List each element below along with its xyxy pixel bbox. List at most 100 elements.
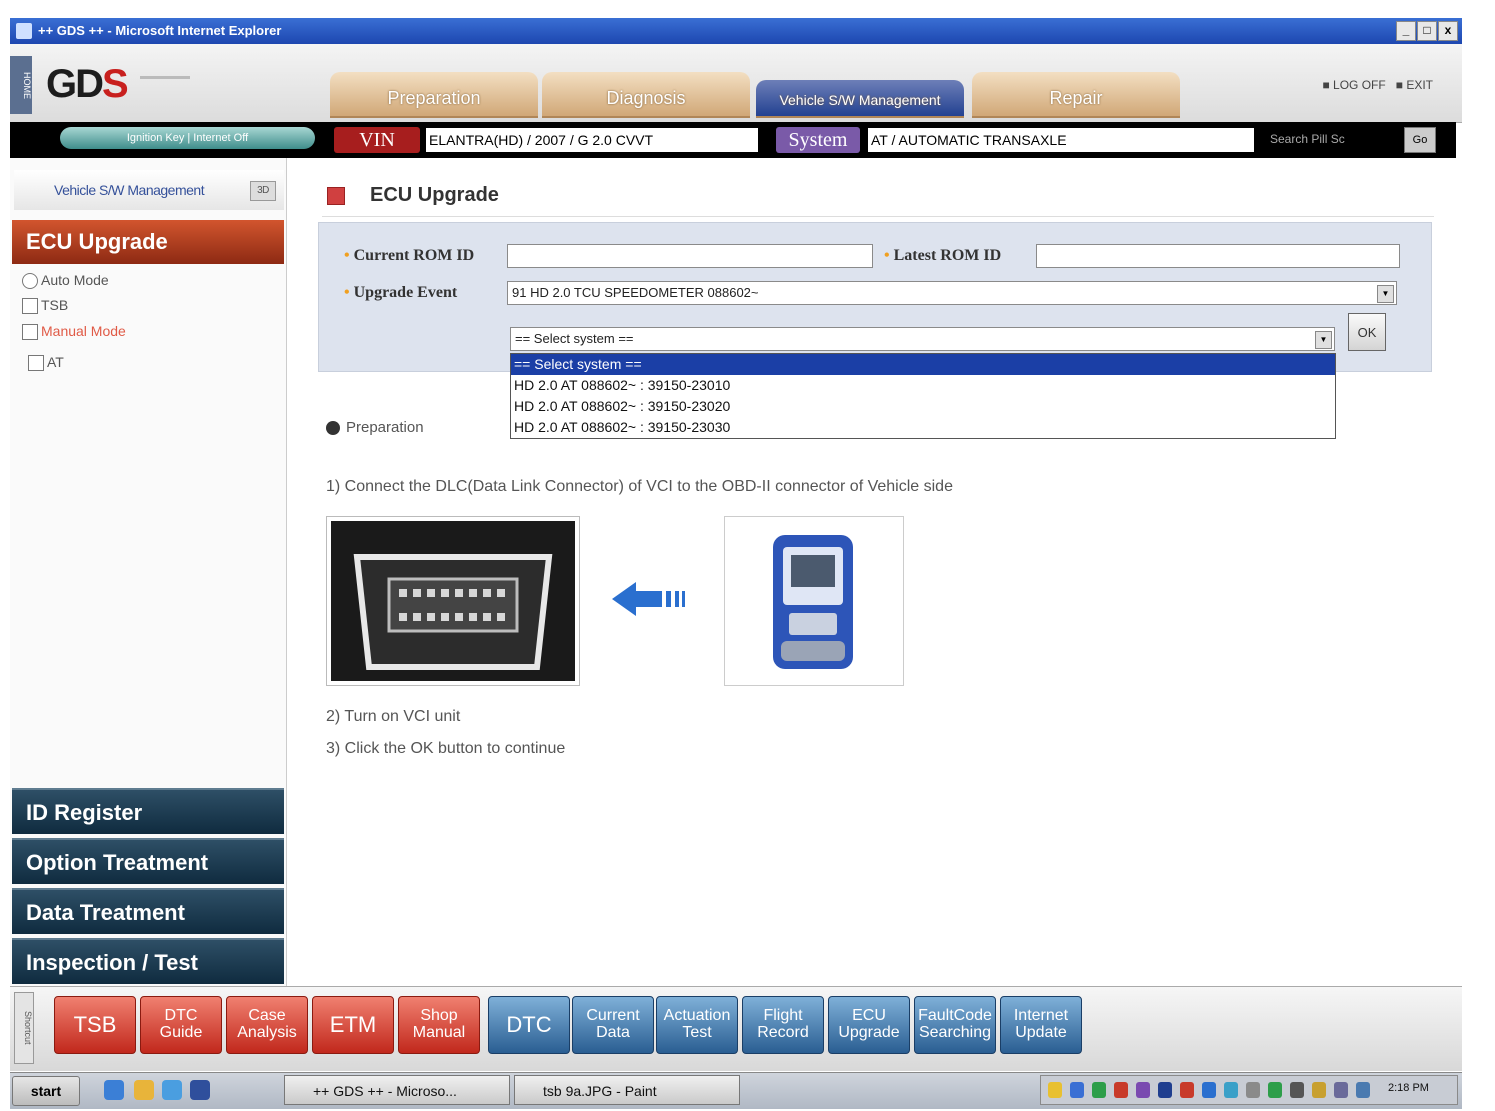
latest-rom-label: • Latest ROM ID bbox=[884, 247, 1001, 265]
faultcode-searching-button[interactable]: FaultCode Searching bbox=[914, 996, 996, 1054]
upgrade-event-select[interactable]: 91 HD 2.0 TCU SPEEDOMETER 088602~ ▼ bbox=[507, 281, 1397, 305]
vci-device-image bbox=[724, 516, 904, 686]
tab-preparation[interactable]: Preparation bbox=[330, 72, 538, 118]
dropdown-option[interactable]: == Select system == bbox=[511, 354, 1335, 375]
ie-quicklaunch-icon[interactable] bbox=[104, 1080, 124, 1100]
current-rom-label: • Current ROM ID bbox=[344, 247, 474, 265]
taskbar-item-gds[interactable]: ++ GDS ++ - Microso... bbox=[284, 1075, 510, 1105]
tray-icon[interactable] bbox=[1114, 1082, 1128, 1098]
tree-item-label: TSB bbox=[41, 297, 69, 313]
tray-icon[interactable] bbox=[1334, 1082, 1348, 1098]
shop-manual-button[interactable]: Shop Manual bbox=[398, 996, 480, 1054]
tray-icon[interactable] bbox=[1312, 1082, 1326, 1098]
window-title: ++ GDS ++ - Microsoft Internet Explorer bbox=[38, 23, 282, 38]
required-icon: • bbox=[344, 284, 350, 301]
close-button[interactable]: x bbox=[1438, 21, 1458, 41]
etm-button[interactable]: ETM bbox=[312, 996, 394, 1054]
taskbar-item-paint[interactable]: tsb 9a.JPG - Paint bbox=[514, 1075, 740, 1105]
chevron-down-icon[interactable]: ▼ bbox=[1315, 331, 1332, 349]
title-divider bbox=[322, 216, 1434, 217]
chevron-down-icon[interactable]: ▼ bbox=[1377, 285, 1394, 303]
system-field[interactable]: AT / AUTOMATIC TRANSAXLE bbox=[868, 128, 1254, 152]
tray-icon[interactable] bbox=[1356, 1082, 1370, 1098]
dropdown-option[interactable]: HD 2.0 AT 088602~ : 39150-23010 bbox=[511, 375, 1335, 396]
tree-item-label: Auto Mode bbox=[41, 272, 109, 288]
tsb-button[interactable]: TSB bbox=[54, 996, 136, 1054]
sidebar-ecu-upgrade-header[interactable]: ECU Upgrade bbox=[12, 220, 284, 264]
dtc-button[interactable]: DTC bbox=[488, 996, 570, 1054]
logoff-link[interactable]: ■ LOG OFF bbox=[1322, 78, 1385, 92]
tray-icon[interactable] bbox=[1202, 1082, 1216, 1098]
upgrade-event-value: 91 HD 2.0 TCU SPEEDOMETER 088602~ bbox=[512, 285, 759, 300]
sidebar-option-treatment[interactable]: Option Treatment bbox=[12, 838, 284, 884]
dropdown-option[interactable]: HD 2.0 AT 088602~ : 39150-23030 bbox=[511, 417, 1335, 438]
logo-decoration bbox=[140, 76, 190, 97]
folder-quicklaunch-icon[interactable] bbox=[134, 1080, 154, 1100]
actuation-test-button[interactable]: Actuation Test bbox=[656, 996, 738, 1054]
tree-item-auto-mode[interactable]: Auto Mode bbox=[22, 270, 109, 290]
tray-icon[interactable] bbox=[1246, 1082, 1260, 1098]
tray-icon[interactable] bbox=[1092, 1082, 1106, 1098]
tab-diagnosis[interactable]: Diagnosis bbox=[542, 72, 750, 118]
logo-accent: S bbox=[102, 62, 129, 106]
current-rom-field[interactable] bbox=[507, 244, 873, 268]
tree-item-tsb[interactable]: TSB bbox=[22, 295, 68, 315]
current-rom-text: Current ROM ID bbox=[353, 247, 475, 264]
3d-button[interactable]: 3D bbox=[250, 181, 276, 201]
dropdown-option[interactable]: HD 2.0 AT 088602~ : 39150-23020 bbox=[511, 396, 1335, 417]
latest-rom-text: Latest ROM ID bbox=[893, 247, 1002, 264]
maximize-button[interactable]: □ bbox=[1417, 21, 1437, 41]
ignition-internet-toggle[interactable]: Ignition Key | Internet Off bbox=[60, 127, 315, 149]
sidebar-data-treatment[interactable]: Data Treatment bbox=[12, 888, 284, 934]
system-select[interactable]: == Select system == ▼ bbox=[510, 327, 1335, 351]
latest-rom-field[interactable] bbox=[1036, 244, 1400, 268]
sidebar-id-register[interactable]: ID Register bbox=[12, 788, 284, 834]
tab-repair[interactable]: Repair bbox=[972, 72, 1180, 118]
shortcut-tab[interactable]: Shortcut bbox=[14, 992, 34, 1064]
tree-item-manual-mode[interactable]: Manual Mode bbox=[22, 321, 126, 341]
tray-icon[interactable] bbox=[1224, 1082, 1238, 1098]
document-icon bbox=[22, 298, 38, 315]
media-quicklaunch-icon[interactable] bbox=[162, 1080, 182, 1100]
tray-icon[interactable] bbox=[1268, 1082, 1282, 1098]
minimize-button[interactable]: _ bbox=[1396, 21, 1416, 41]
instruction-step-1: 1) Connect the DLC(Data Link Connector) … bbox=[326, 478, 953, 495]
vin-label: VIN bbox=[334, 127, 420, 153]
tray-icon[interactable] bbox=[1290, 1082, 1304, 1098]
system-select-value: == Select system == bbox=[515, 331, 634, 346]
flight-record-button[interactable]: Flight Record bbox=[742, 996, 824, 1054]
ecu-upgrade-button[interactable]: ECU Upgrade bbox=[828, 996, 910, 1054]
ok-button[interactable]: OK bbox=[1348, 313, 1386, 351]
tray-icon[interactable] bbox=[1180, 1082, 1194, 1098]
instruction-step-3: 3) Click the OK button to continue bbox=[326, 740, 566, 757]
sidebar-inspection-test[interactable]: Inspection / Test bbox=[12, 938, 284, 984]
page-title: ECU Upgrade bbox=[370, 184, 499, 206]
search-label: Search Pill Sc bbox=[1270, 132, 1345, 146]
preparation-bullet-icon bbox=[326, 421, 340, 435]
tree-item-label: Manual Mode bbox=[41, 323, 126, 339]
vin-field[interactable]: ELANTRA(HD) / 2007 / G 2.0 CVVT bbox=[426, 128, 758, 152]
internet-update-button[interactable]: Internet Update bbox=[1000, 996, 1082, 1054]
system-dropdown-list: == Select system == HD 2.0 AT 088602~ : … bbox=[510, 353, 1336, 439]
auto-mode-icon bbox=[22, 273, 38, 290]
case-analysis-button[interactable]: Case Analysis bbox=[226, 996, 308, 1054]
tray-icon[interactable] bbox=[1070, 1082, 1084, 1098]
logoff-label: LOG OFF bbox=[1333, 78, 1386, 92]
tab-vehicle-sw-management[interactable]: Vehicle S/W Management bbox=[756, 80, 964, 118]
desktop-quicklaunch-icon[interactable] bbox=[190, 1080, 210, 1100]
preparation-label: Preparation bbox=[346, 419, 424, 436]
title-bullet-icon bbox=[327, 187, 345, 205]
obd-connector-icon bbox=[331, 521, 575, 681]
tray-icon[interactable] bbox=[1048, 1082, 1062, 1098]
instruction-step-2: 2) Turn on VCI unit bbox=[326, 708, 461, 725]
tray-icon[interactable] bbox=[1158, 1082, 1172, 1098]
exit-link[interactable]: ■ EXIT bbox=[1396, 78, 1433, 92]
current-data-button[interactable]: Current Data bbox=[572, 996, 654, 1054]
tree-item-at[interactable]: AT bbox=[28, 352, 64, 372]
search-button[interactable]: Go bbox=[1404, 127, 1436, 153]
start-button[interactable]: start bbox=[12, 1076, 80, 1106]
upgrade-event-text: Upgrade Event bbox=[353, 284, 458, 301]
home-button[interactable]: HOME bbox=[10, 56, 32, 114]
dtc-guide-button[interactable]: DTC Guide bbox=[140, 996, 222, 1054]
tray-icon[interactable] bbox=[1136, 1082, 1150, 1098]
